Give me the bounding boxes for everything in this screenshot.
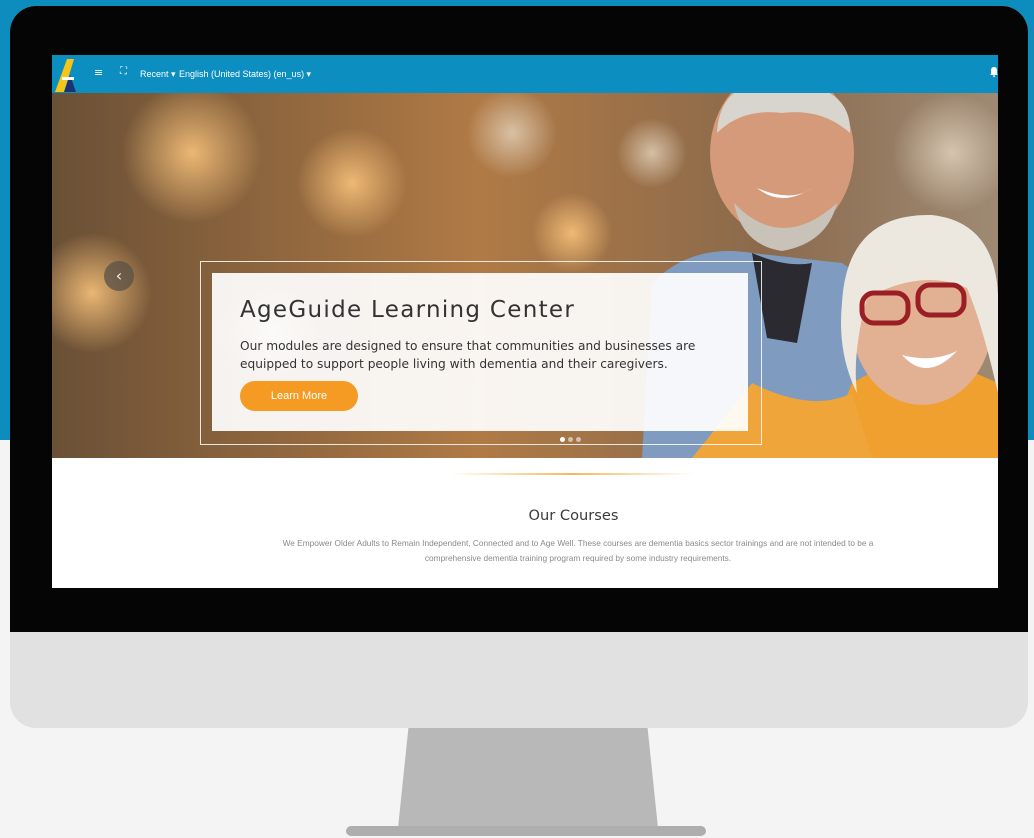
fullscreen-icon[interactable]: ⛶	[120, 66, 127, 77]
carousel-indicator-3[interactable]	[576, 437, 581, 442]
carousel-indicator-2[interactable]	[568, 437, 573, 442]
hero-description: Our modules are designed to ensure that …	[240, 339, 696, 371]
monitor-bezel: ≡ ⛶ Recent ▾ English (United States) (en…	[10, 6, 1028, 632]
learn-more-button[interactable]: Learn More	[240, 381, 358, 411]
hero-caption: AgeGuide Learning Center Our modules are…	[212, 273, 748, 431]
courses-description: We Empower Older Adults to Remain Indepe…	[282, 538, 874, 563]
top-navbar: ≡ ⛶ Recent ▾ English (United States) (en…	[52, 55, 998, 93]
courses-title: Our Courses	[528, 507, 619, 524]
language-menu[interactable]: English (United States) (en_us) ▾	[179, 67, 311, 81]
bell-icon[interactable]	[990, 67, 998, 77]
monitor-base	[346, 826, 706, 836]
hamburger-icon[interactable]: ≡	[94, 66, 103, 79]
hero-title: AgeGuide Learning Center	[240, 297, 576, 323]
ageguide-logo[interactable]	[52, 55, 80, 93]
recent-menu[interactable]: Recent ▾	[140, 67, 176, 81]
carousel-indicators	[560, 437, 590, 443]
section-divider	[450, 473, 694, 475]
screen: ≡ ⛶ Recent ▾ English (United States) (en…	[52, 55, 998, 588]
carousel-prev-button[interactable]: ‹	[104, 261, 134, 291]
hero-carousel: ‹ AgeGuide Learning Center Our modules a…	[52, 93, 998, 458]
carousel-indicator-1[interactable]	[560, 437, 565, 442]
chevron-left-icon: ‹	[115, 266, 123, 285]
monitor: ≡ ⛶ Recent ▾ English (United States) (en…	[10, 6, 1028, 728]
monitor-stand	[398, 728, 658, 828]
